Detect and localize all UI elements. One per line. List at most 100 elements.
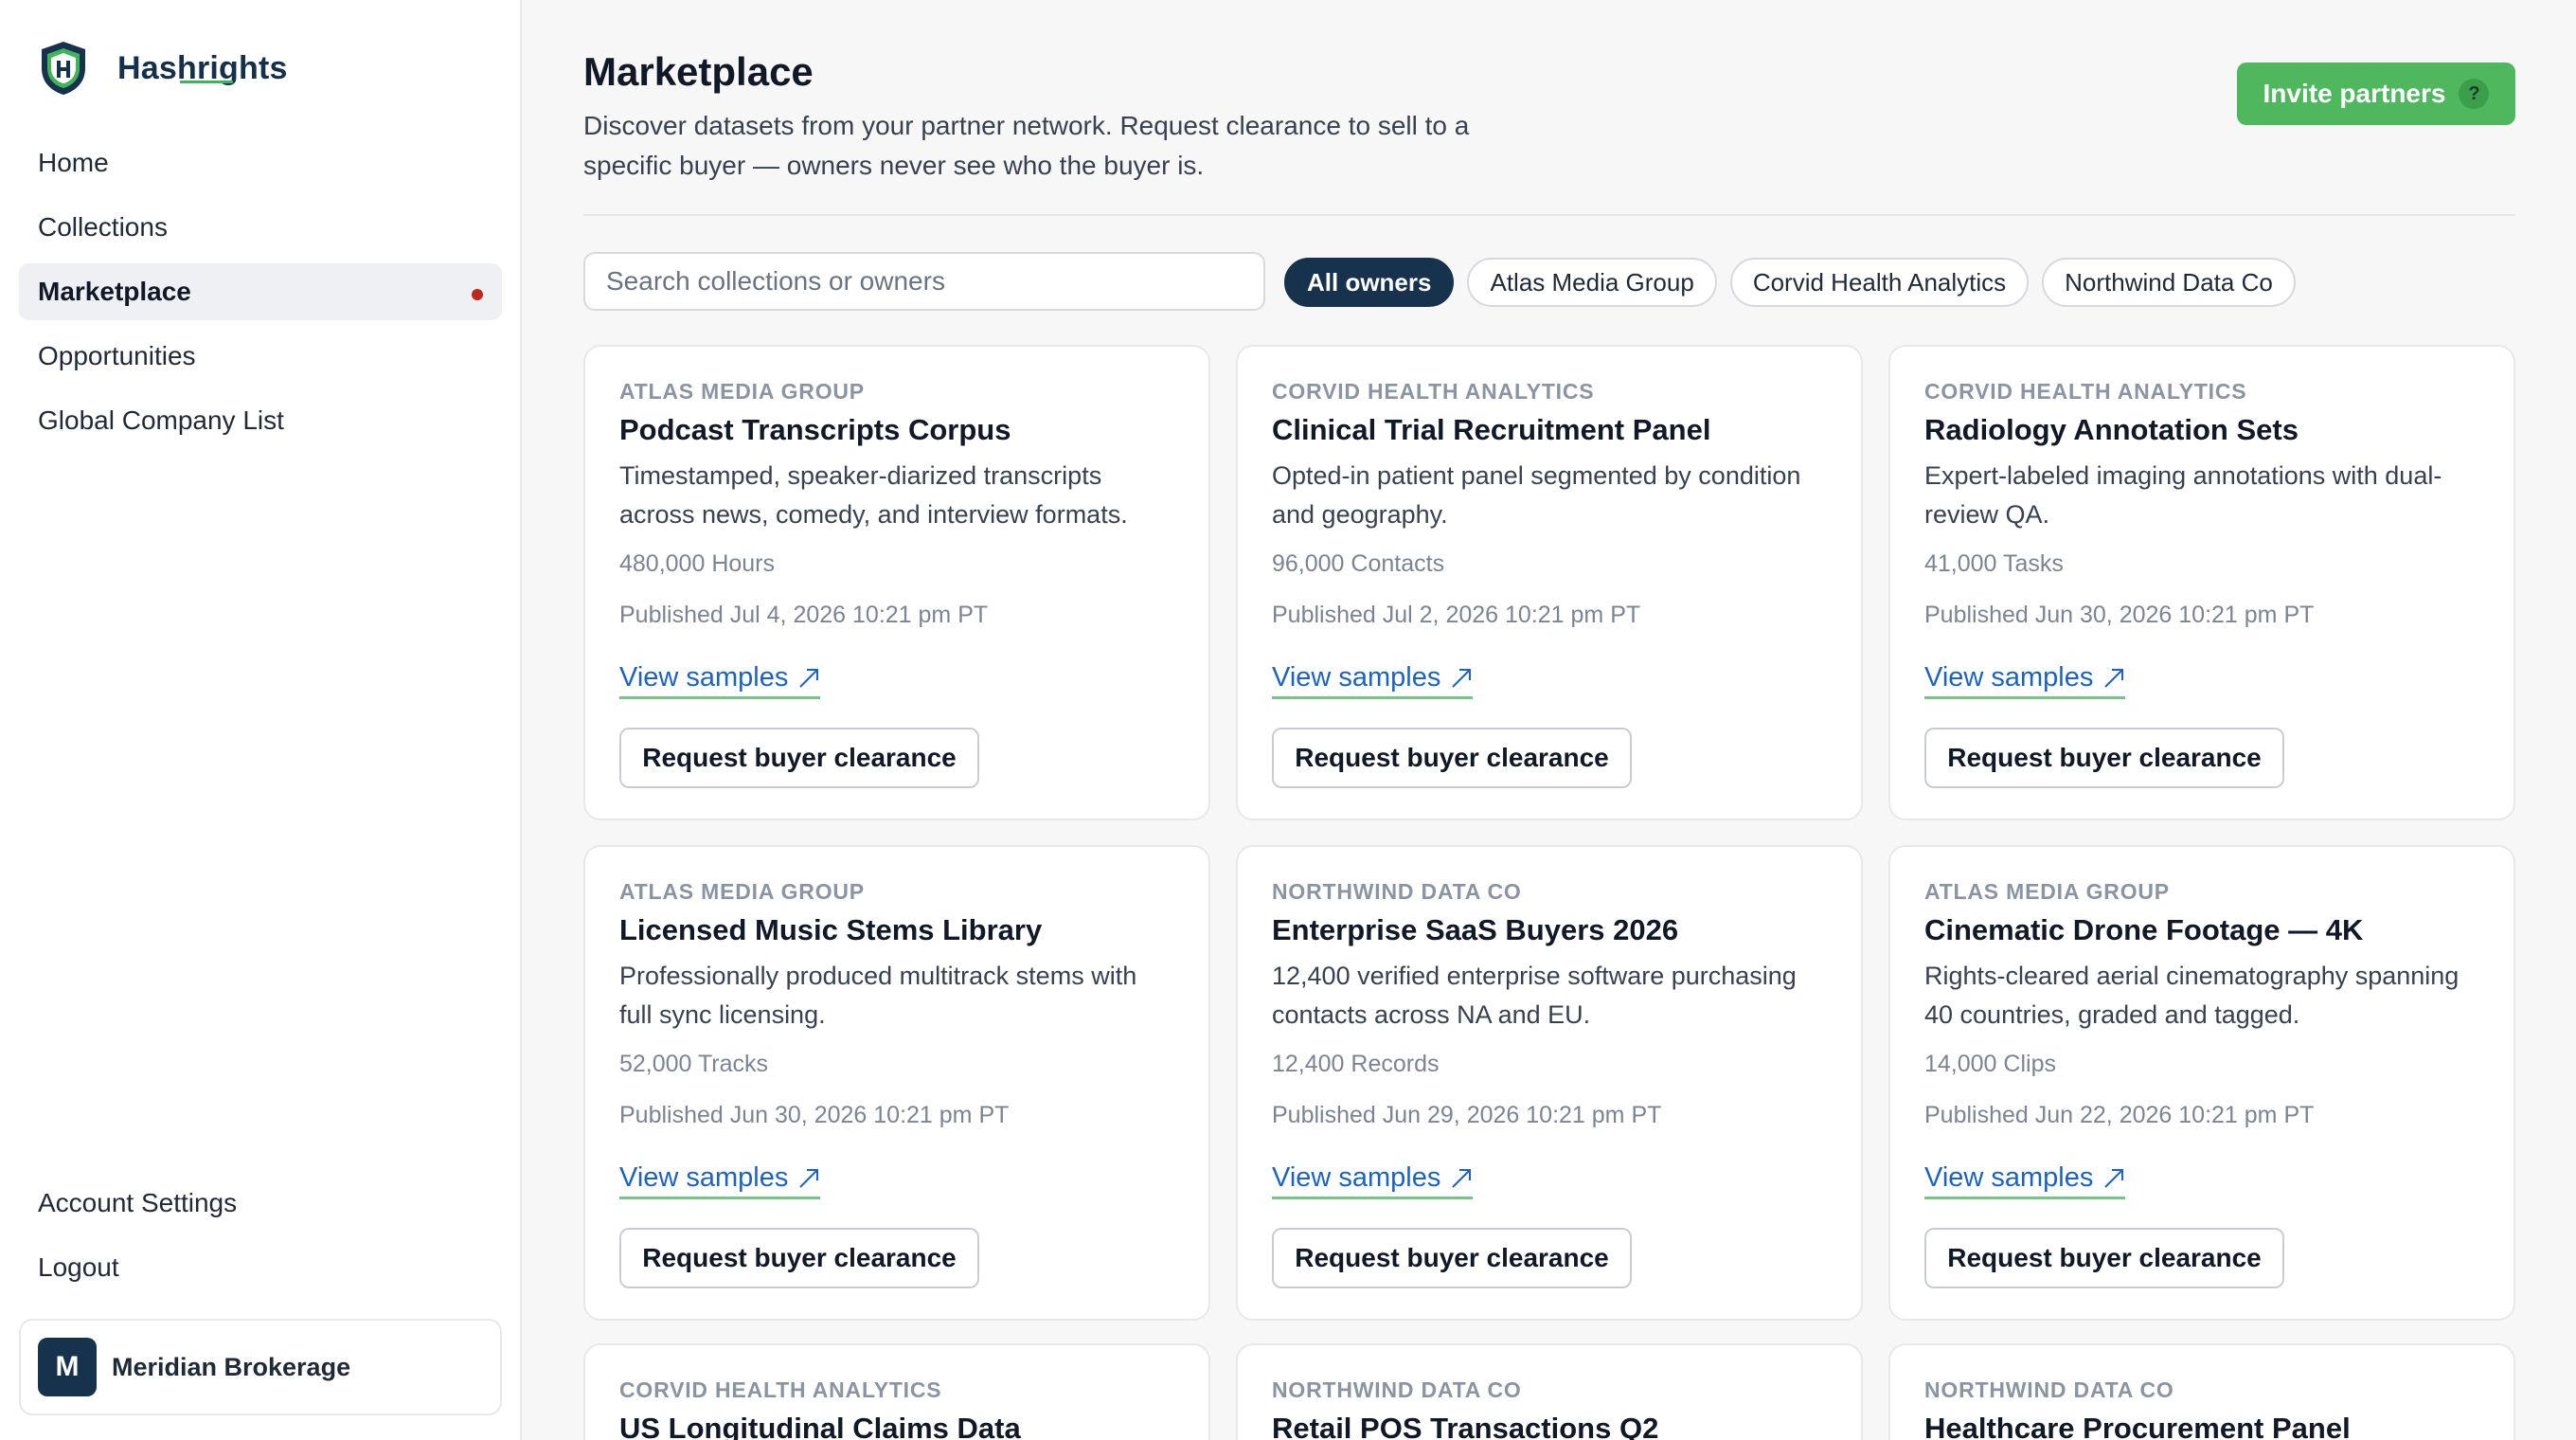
nav-item-marketplace[interactable]: Marketplace [19, 263, 502, 320]
collection-card: Northwind Data Co Retail POS Transaction… [1236, 1343, 1863, 1440]
page-title: Marketplace [583, 49, 814, 94]
brand-underline [180, 81, 233, 83]
card-published-date: Published Jun 30, 2026 10:21 pm PT [619, 1102, 1010, 1128]
card-owner: Corvid Health Analytics [1272, 379, 1595, 404]
card-title: Clinical Trial Recruitment Panel [1272, 413, 1711, 446]
card-count: 12,400 Records [1272, 1051, 1440, 1077]
nav-item-home[interactable]: Home [19, 135, 502, 191]
view-samples-label: View samples [1272, 1162, 1441, 1193]
collection-card: Northwind Data Co Enterprise SaaS Buyers… [1236, 845, 1863, 1321]
card-title: Radiology Annotation Sets [1924, 413, 2299, 446]
account-name: Meridian Brokerage [112, 1352, 351, 1381]
card-title: Cinematic Drone Footage — 4K [1924, 913, 2364, 946]
invite-partners-label: Invite partners [2263, 79, 2446, 108]
collection-card: Corvid Health Analytics Clinical Trial R… [1236, 345, 1863, 820]
card-title: Podcast Transcripts Corpus [619, 413, 1011, 446]
search-input[interactable] [583, 252, 1265, 311]
card-title: US Longitudinal Claims Data [619, 1412, 1021, 1440]
collection-card: Corvid Health Analytics Radiology Annota… [1888, 345, 2515, 820]
nav-item-global-company-list[interactable]: Global Company List [19, 392, 502, 449]
nav-item-account-settings[interactable]: Account Settings [19, 1175, 502, 1232]
collection-card: Northwind Data Co Healthcare Procurement… [1888, 1343, 2515, 1440]
shield-logo-icon [42, 42, 85, 95]
nav-item-label: Home [38, 148, 109, 177]
external-link-arrow-icon [799, 1168, 819, 1188]
request-buyer-clearance-button[interactable]: Request buyer clearance [1924, 1228, 2284, 1288]
card-count: 41,000 Tasks [1924, 550, 2064, 577]
view-samples-link[interactable]: View samples [1272, 1161, 1474, 1199]
view-samples-label: View samples [1924, 662, 2094, 693]
external-link-arrow-icon [1452, 668, 1472, 688]
nav-item-label: Global Company List [38, 405, 284, 435]
filter-chip-all-owners[interactable]: All owners [1284, 258, 1455, 307]
card-title: Licensed Music Stems Library [619, 913, 1043, 946]
card-owner: Corvid Health Analytics [619, 1377, 942, 1402]
card-count: 480,000 Hours [619, 550, 776, 577]
external-link-arrow-icon [2104, 1168, 2124, 1188]
account-switcher[interactable]: M Meridian Brokerage [19, 1319, 502, 1415]
nav-item-opportunities[interactable]: Opportunities [19, 328, 502, 385]
card-owner: Corvid Health Analytics [1924, 379, 2247, 404]
collection-card: Atlas Media Group Cinematic Drone Footag… [1888, 845, 2515, 1321]
view-samples-label: View samples [619, 662, 789, 693]
card-published-date: Published Jun 22, 2026 10:21 pm PT [1924, 1102, 2315, 1128]
card-description: 12,400 verified enterprise software purc… [1272, 962, 1797, 1029]
nav-item-label: Opportunities [38, 341, 196, 370]
card-count: 14,000 Clips [1924, 1051, 2056, 1077]
card-owner: Atlas Media Group [1924, 879, 2170, 904]
collection-card: Atlas Media Group Podcast Transcripts Co… [583, 345, 1210, 820]
external-link-arrow-icon [2104, 668, 2124, 688]
nav-item-label: Collections [38, 212, 168, 242]
card-title: Retail POS Transactions Q2 [1272, 1412, 1659, 1440]
invite-partners-button[interactable]: Invite partners ? [2237, 63, 2515, 125]
filter-chip-atlas-media-group[interactable]: Atlas Media Group [1467, 258, 1717, 307]
view-samples-label: View samples [1272, 662, 1441, 693]
secondary-nav: Account Settings Logout [19, 1175, 502, 1304]
card-published-date: Published Jul 4, 2026 10:21 pm PT [619, 602, 989, 628]
view-samples-link[interactable]: View samples [1924, 1161, 2126, 1199]
external-link-arrow-icon [1452, 1168, 1472, 1188]
main-nav: Home Collections Marketplace Opportuniti… [19, 135, 502, 457]
card-owner: Northwind Data Co [1272, 1377, 1522, 1402]
nav-item-collections[interactable]: Collections [19, 199, 502, 256]
help-icon[interactable]: ? [2459, 79, 2490, 109]
divider [583, 214, 2515, 216]
external-link-arrow-icon [799, 668, 819, 688]
card-published-date: Published Jun 29, 2026 10:21 pm PT [1272, 1102, 1662, 1128]
card-description: Professionally produced multitrack stems… [619, 962, 1137, 1029]
card-description: Rights-cleared aerial cinematography spa… [1924, 962, 2460, 1029]
view-samples-link[interactable]: View samples [1924, 661, 2126, 699]
request-buyer-clearance-button[interactable]: Request buyer clearance [1272, 728, 1632, 788]
view-samples-link[interactable]: View samples [619, 1161, 821, 1199]
card-published-date: Published Jul 2, 2026 10:21 pm PT [1272, 602, 1641, 628]
collection-card: Corvid Health Analytics US Longitudinal … [583, 1343, 1210, 1440]
avatar: M [38, 1338, 97, 1396]
filter-chip-northwind-data-co[interactable]: Northwind Data Co [2042, 258, 2296, 307]
nav-item-logout[interactable]: Logout [19, 1239, 502, 1296]
filter-chip-corvid-health-analytics[interactable]: Corvid Health Analytics [1729, 258, 2030, 307]
view-samples-link[interactable]: View samples [1272, 661, 1474, 699]
card-description: Expert-labeled imaging annotations with … [1924, 461, 2442, 529]
nav-item-label: Marketplace [38, 277, 191, 306]
card-description: Opted-in patient panel segmented by cond… [1272, 461, 1801, 529]
brand[interactable]: Hashrights [38, 40, 288, 97]
request-buyer-clearance-button[interactable]: Request buyer clearance [619, 1228, 979, 1288]
card-count: 52,000 Tracks [619, 1051, 769, 1077]
request-buyer-clearance-button[interactable]: Request buyer clearance [1924, 728, 2284, 788]
request-buyer-clearance-button[interactable]: Request buyer clearance [619, 728, 979, 788]
owner-filters: All owners Atlas Media Group Corvid Heal… [1284, 258, 2309, 307]
card-description: Timestamped, speaker-diarized transcript… [619, 461, 1128, 529]
card-owner: Atlas Media Group [619, 879, 865, 904]
view-samples-label: View samples [1924, 1162, 2094, 1193]
card-owner: Atlas Media Group [619, 379, 865, 404]
page-subtitle: Discover datasets from your partner netw… [583, 111, 1470, 180]
nav-item-label: Logout [38, 1252, 119, 1282]
nav-item-label: Account Settings [38, 1188, 238, 1217]
view-samples-link[interactable]: View samples [619, 661, 821, 699]
card-count: 96,000 Contacts [1272, 550, 1445, 577]
notification-dot [472, 289, 483, 300]
request-buyer-clearance-button[interactable]: Request buyer clearance [1272, 1228, 1632, 1288]
sidebar: Hashrights Home Collections Marketplace … [0, 0, 522, 1440]
card-published-date: Published Jun 30, 2026 10:21 pm PT [1924, 602, 2315, 628]
card-title: Enterprise SaaS Buyers 2026 [1272, 913, 1679, 946]
